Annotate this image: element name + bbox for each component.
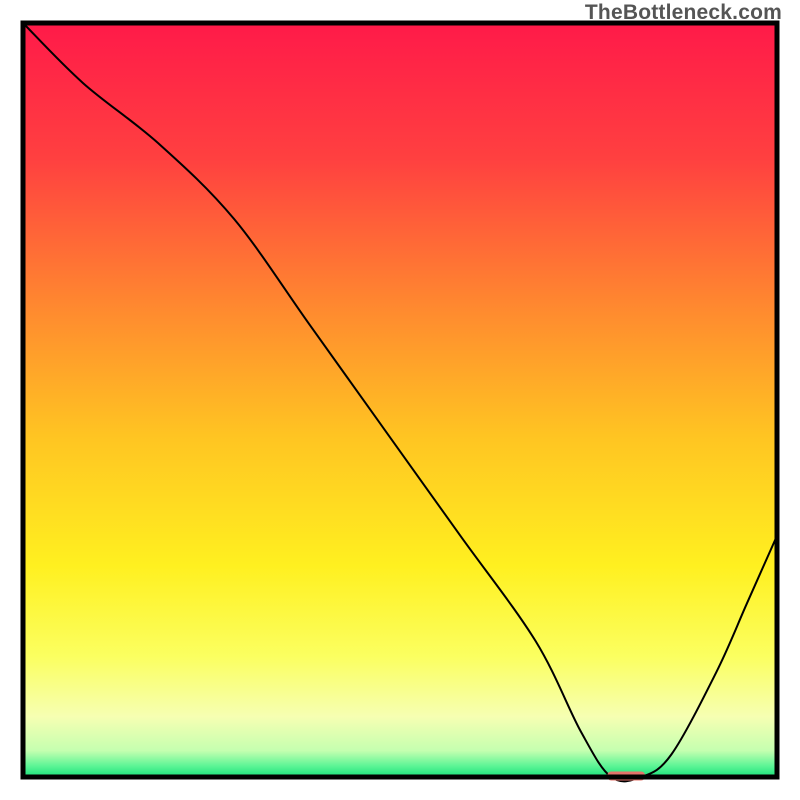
watermark-text: TheBottleneck.com [585, 1, 782, 25]
chart-svg [0, 0, 800, 800]
plot-background [23, 23, 777, 777]
bottleneck-chart: TheBottleneck.com [0, 0, 800, 800]
